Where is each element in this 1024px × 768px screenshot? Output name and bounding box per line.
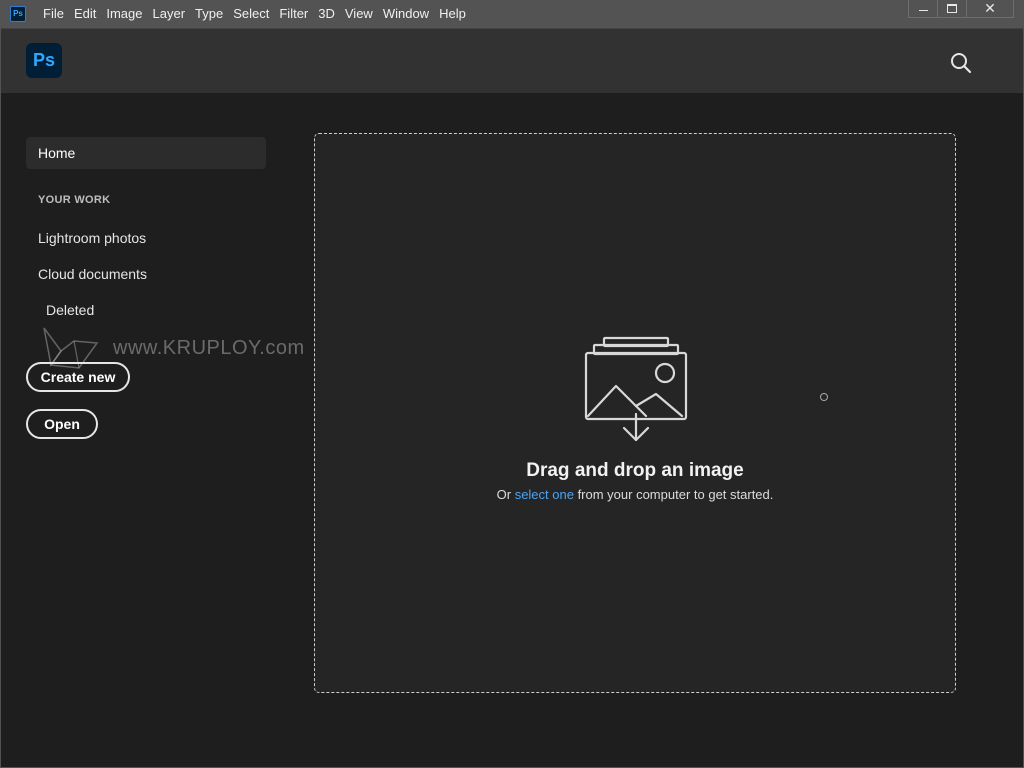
menu-3d[interactable]: 3D bbox=[313, 0, 340, 28]
app-header: Ps bbox=[1, 29, 1023, 93]
window-controls: ✕ bbox=[908, 0, 1014, 20]
menu-help[interactable]: Help bbox=[434, 0, 471, 28]
menu-select[interactable]: Select bbox=[228, 0, 274, 28]
menu-view[interactable]: View bbox=[340, 0, 378, 28]
subtitle-suffix: from your computer to get started. bbox=[573, 487, 774, 502]
minimize-icon bbox=[918, 9, 928, 11]
maximize-button[interactable] bbox=[937, 0, 967, 18]
drop-zone-subtitle: Or select one from your computer to get … bbox=[315, 487, 955, 502]
watermark-text: www.KRUPLOY.com bbox=[113, 336, 305, 359]
section-label-your-work: YOUR WORK bbox=[38, 194, 111, 206]
create-new-button[interactable]: Create new bbox=[26, 362, 130, 392]
close-icon: ✕ bbox=[984, 0, 996, 16]
maximize-icon bbox=[947, 4, 957, 13]
menu-edit[interactable]: Edit bbox=[69, 0, 101, 28]
menu-image[interactable]: Image bbox=[101, 0, 147, 28]
minimize-button[interactable] bbox=[908, 0, 938, 18]
search-button[interactable] bbox=[949, 51, 973, 75]
select-one-link[interactable]: select one bbox=[515, 487, 574, 502]
menu-bar: Ps File Edit Image Layer Type Select Fil… bbox=[1, 0, 1023, 29]
photoshop-logo: Ps bbox=[26, 43, 62, 78]
open-button[interactable]: Open bbox=[26, 409, 98, 439]
menu-filter[interactable]: Filter bbox=[274, 0, 313, 28]
image-upload-icon bbox=[584, 336, 688, 442]
mouse-cursor bbox=[820, 393, 828, 401]
menu-type[interactable]: Type bbox=[190, 0, 228, 28]
sidebar: Home YOUR WORK Lightroom photos Cloud do… bbox=[1, 93, 304, 767]
photoshop-app-icon[interactable]: Ps bbox=[10, 6, 26, 22]
search-icon bbox=[951, 53, 972, 74]
menu-layer[interactable]: Layer bbox=[148, 0, 191, 28]
drop-zone-title: Drag and drop an image bbox=[526, 460, 744, 481]
drop-zone[interactable]: Drag and drop an image Or select one fro… bbox=[314, 133, 956, 693]
sidebar-item-cloud-documents[interactable]: Cloud documents bbox=[38, 266, 147, 282]
menu-window[interactable]: Window bbox=[378, 0, 434, 28]
close-button[interactable]: ✕ bbox=[966, 0, 1014, 18]
photoshop-window: Ps File Edit Image Layer Type Select Fil… bbox=[0, 0, 1024, 768]
sidebar-item-deleted[interactable]: Deleted bbox=[46, 302, 94, 318]
menu-file[interactable]: File bbox=[38, 0, 69, 28]
subtitle-prefix: Or bbox=[496, 487, 515, 502]
sidebar-item-home[interactable]: Home bbox=[26, 137, 266, 169]
sidebar-item-lightroom-photos[interactable]: Lightroom photos bbox=[38, 230, 146, 246]
